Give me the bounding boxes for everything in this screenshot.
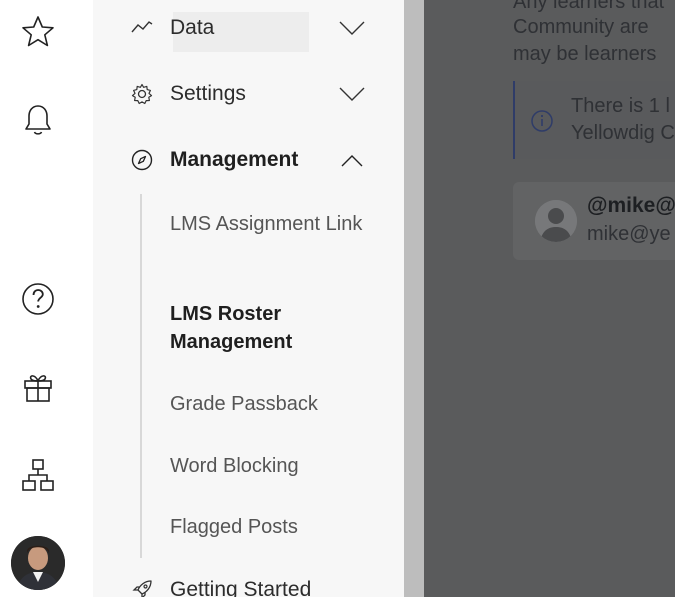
help-icon[interactable]: [16, 277, 60, 321]
info-text-line: Yellowdig C: [571, 122, 675, 144]
rocket-icon: [131, 579, 153, 597]
sub-item-lms-roster-management[interactable]: LMS Roster Management: [170, 300, 370, 356]
sub-item-flagged-posts[interactable]: Flagged Posts: [170, 513, 370, 541]
gift-icon[interactable]: [16, 365, 60, 409]
compass-icon: [131, 149, 153, 171]
trend-line-icon: [131, 17, 153, 39]
org-chart-icon[interactable]: [16, 453, 60, 497]
nav-item-settings[interactable]: Settings: [93, 74, 404, 114]
chevron-down-icon[interactable]: [339, 86, 365, 102]
body-text-line: Community are: [513, 16, 649, 38]
gear-icon: [131, 83, 153, 105]
info-icon: [530, 109, 554, 133]
chevron-down-icon[interactable]: [339, 20, 365, 36]
user-email: mike@ye: [587, 223, 671, 245]
nav-item-management[interactable]: Management: [93, 140, 404, 180]
submenu-divider: [140, 194, 142, 558]
navigation-panel: Data Settings Management LMS Assignment …: [93, 0, 404, 597]
sub-item-lms-assignment-link[interactable]: LMS Assignment Link: [170, 210, 370, 238]
nav-item-label: Management: [170, 148, 299, 171]
default-avatar-icon: [535, 200, 577, 242]
sub-item-word-blocking[interactable]: Word Blocking: [170, 452, 370, 480]
user-avatar[interactable]: [11, 536, 65, 590]
nav-item-getting-started[interactable]: Getting Started: [93, 570, 404, 597]
info-callout: There is 1 l Yellowdig C: [513, 81, 675, 159]
scrollbar-track[interactable]: [404, 0, 424, 597]
icon-rail: [0, 0, 93, 597]
nav-item-label: Data: [170, 16, 215, 39]
main-content-overlay: Any learners that Community are may be l…: [424, 0, 675, 597]
info-text-line: There is 1 l: [571, 95, 670, 117]
user-card[interactable]: @mike@ mike@ye: [513, 182, 675, 260]
nav-item-data[interactable]: Data: [93, 8, 404, 48]
bell-icon[interactable]: [16, 98, 60, 142]
body-text-line: may be learners: [513, 43, 657, 65]
user-handle: @mike@: [587, 194, 675, 217]
nav-item-label: Getting Started: [170, 578, 312, 597]
nav-item-label: Settings: [170, 82, 246, 105]
sub-item-grade-passback[interactable]: Grade Passback: [170, 390, 370, 418]
star-icon[interactable]: [16, 10, 60, 54]
chevron-up-icon[interactable]: [339, 152, 365, 168]
